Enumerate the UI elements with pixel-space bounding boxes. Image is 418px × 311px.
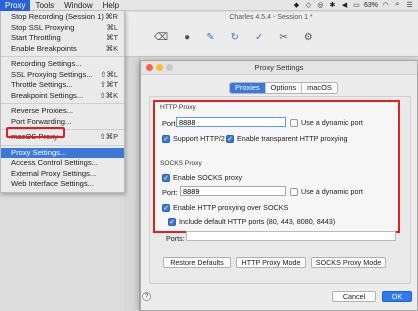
- http-proxy-mode-button[interactable]: HTTP Proxy Mode: [236, 257, 306, 268]
- dialog-titlebar: Proxy Settings: [141, 61, 417, 75]
- status-area: ◆ ◇ ◎ ✱ ◀ ▭ 63% ◠ ⌕ ☰: [292, 1, 418, 9]
- window-controls: [146, 64, 173, 71]
- main-toolbar: ⌫ ● ✎ ↻ ✓ ✂ ⚙: [124, 24, 418, 43]
- menu-item-start-throttling[interactable]: Start Throttling ⌘T: [1, 33, 124, 44]
- ports-label: Ports:: [166, 234, 185, 243]
- checkbox-icon: [290, 187, 298, 196]
- menu-item-enable-breakpoints[interactable]: Enable Breakpoints ⌘K: [1, 44, 124, 55]
- menu-item-macos-proxy[interactable]: macOS Proxy ⇧⌘P: [1, 132, 124, 143]
- settings-icon[interactable]: ⚙: [304, 32, 313, 43]
- http-proxy-group-label: HTTP Proxy: [160, 104, 196, 111]
- wifi-icon[interactable]: ◠: [381, 1, 390, 9]
- socks-dynamic-port-checkbox[interactable]: Use a dynamic port: [290, 187, 363, 196]
- dialog-title: Proxy Settings: [254, 63, 304, 72]
- cancel-button[interactable]: Cancel: [332, 291, 376, 302]
- charles-status-icon[interactable]: ◆: [292, 1, 301, 9]
- socks-port-field[interactable]: [180, 186, 286, 196]
- battery-icon[interactable]: ▭: [352, 1, 361, 9]
- close-window-icon[interactable]: [146, 64, 153, 71]
- restore-defaults-button[interactable]: Restore Defaults: [163, 257, 231, 268]
- checkmark-icon: ✓: [162, 203, 170, 212]
- menu-divider: [1, 144, 124, 146]
- transparent-proxy-checkbox[interactable]: ✓ Enable transparent HTTP proxying: [226, 134, 348, 143]
- pen-icon[interactable]: ✎: [206, 32, 214, 43]
- menu-item-reverse-proxies[interactable]: Reverse Proxies...: [1, 106, 124, 117]
- dropbox-icon[interactable]: ◇: [304, 1, 313, 9]
- menu-bar: Proxy Tools Window Help ◆ ◇ ◎ ✱ ◀ ▭ 63% …: [0, 0, 418, 11]
- menu-item-recording-settings[interactable]: Recording Settings...: [1, 59, 124, 70]
- sound-icon[interactable]: ◀: [340, 1, 349, 9]
- checkmark-icon: ✓: [162, 134, 170, 143]
- menu-list-icon[interactable]: ☰: [405, 1, 414, 9]
- main-sidebar: [124, 57, 140, 311]
- menu-divider: [1, 103, 124, 104]
- help-button[interactable]: ?: [142, 292, 151, 301]
- default-ports-checkbox[interactable]: ✓ Include default HTTP ports (80, 443, 8…: [168, 217, 335, 226]
- tab-proxies[interactable]: Proxies: [230, 83, 265, 93]
- menu-proxy[interactable]: Proxy: [0, 0, 31, 11]
- menu-window[interactable]: Window: [59, 0, 97, 11]
- support-http2-checkbox[interactable]: ✓ Support HTTP/2: [162, 134, 225, 143]
- menu-divider: [1, 56, 124, 57]
- socks-port-label: Port:: [162, 188, 178, 197]
- tab-macos[interactable]: macOS: [301, 83, 337, 93]
- http-port-field[interactable]: [176, 117, 286, 127]
- proxy-menu: Stop Recording (Session 1) ⌘R Stop SSL Pr…: [0, 11, 125, 193]
- menu-item-access-control[interactable]: Access Control Settings...: [1, 158, 124, 169]
- checkbox-icon: [290, 118, 298, 127]
- charles-main-window: Charles 4.5.4 - Session 1 * ⌫ ● ✎ ↻ ✓ ✂ …: [124, 12, 418, 57]
- menu-help[interactable]: Help: [98, 0, 124, 11]
- broom-icon[interactable]: ⌫: [154, 32, 168, 43]
- spotlight-icon[interactable]: ⌕: [393, 1, 402, 9]
- tick-icon[interactable]: ✓: [255, 32, 263, 43]
- window-title: Charles 4.5.4 - Session 1 *: [229, 14, 313, 21]
- ports-field[interactable]: [186, 231, 396, 241]
- zoom-window-icon[interactable]: [166, 64, 173, 71]
- menu-item-stop-recording[interactable]: Stop Recording (Session 1) ⌘R: [1, 12, 124, 23]
- tab-options[interactable]: Options: [264, 83, 301, 93]
- menu-item-ssl-settings[interactable]: SSL Proxying Settings... ⇧⌘L: [1, 70, 124, 81]
- checkmark-icon: ✓: [168, 217, 176, 226]
- socks-proxy-mode-button[interactable]: SOCKS Proxy Mode: [311, 257, 386, 268]
- tools-icon[interactable]: ✂: [279, 32, 287, 43]
- http-over-socks-checkbox[interactable]: ✓ Enable HTTP proxying over SOCKS: [162, 203, 288, 212]
- http-dynamic-port-checkbox[interactable]: Use a dynamic port: [290, 118, 363, 127]
- menu-item-web-interface[interactable]: Web Interface Settings...: [1, 179, 124, 190]
- enable-socks-checkbox[interactable]: ✓ Enable SOCKS proxy: [162, 173, 242, 182]
- socks-proxy-group-label: SOCKS Proxy: [160, 160, 202, 167]
- checkmark-icon: ✓: [226, 134, 234, 143]
- menu-item-external-proxy[interactable]: External Proxy Settings...: [1, 169, 124, 180]
- menu-item-port-forwarding[interactable]: Port Forwarding...: [1, 117, 124, 128]
- refresh-icon[interactable]: ↻: [231, 32, 239, 43]
- record-icon[interactable]: ●: [184, 32, 190, 43]
- menu-item-throttle-settings[interactable]: Throttle Settings... ⇧⌘T: [1, 80, 124, 91]
- ring-icon[interactable]: ◎: [316, 1, 325, 9]
- menu-item-proxy-settings[interactable]: Proxy Settings...: [1, 147, 124, 158]
- bluetooth-icon[interactable]: ✱: [328, 1, 337, 9]
- checkmark-icon: ✓: [162, 173, 170, 182]
- minimize-window-icon[interactable]: [156, 64, 163, 71]
- menu-tools[interactable]: Tools: [30, 0, 59, 11]
- battery-percent: 63%: [363, 1, 378, 9]
- menu-divider: [1, 129, 124, 130]
- menu-item-breakpoint-settings[interactable]: Breakpoint Settings... ⇧⌘K: [1, 91, 124, 102]
- dialog-tabs: Proxies Options macOS: [229, 82, 338, 94]
- ok-button[interactable]: OK: [382, 291, 412, 302]
- menu-item-stop-ssl[interactable]: Stop SSL Proxying ⌘L: [1, 23, 124, 34]
